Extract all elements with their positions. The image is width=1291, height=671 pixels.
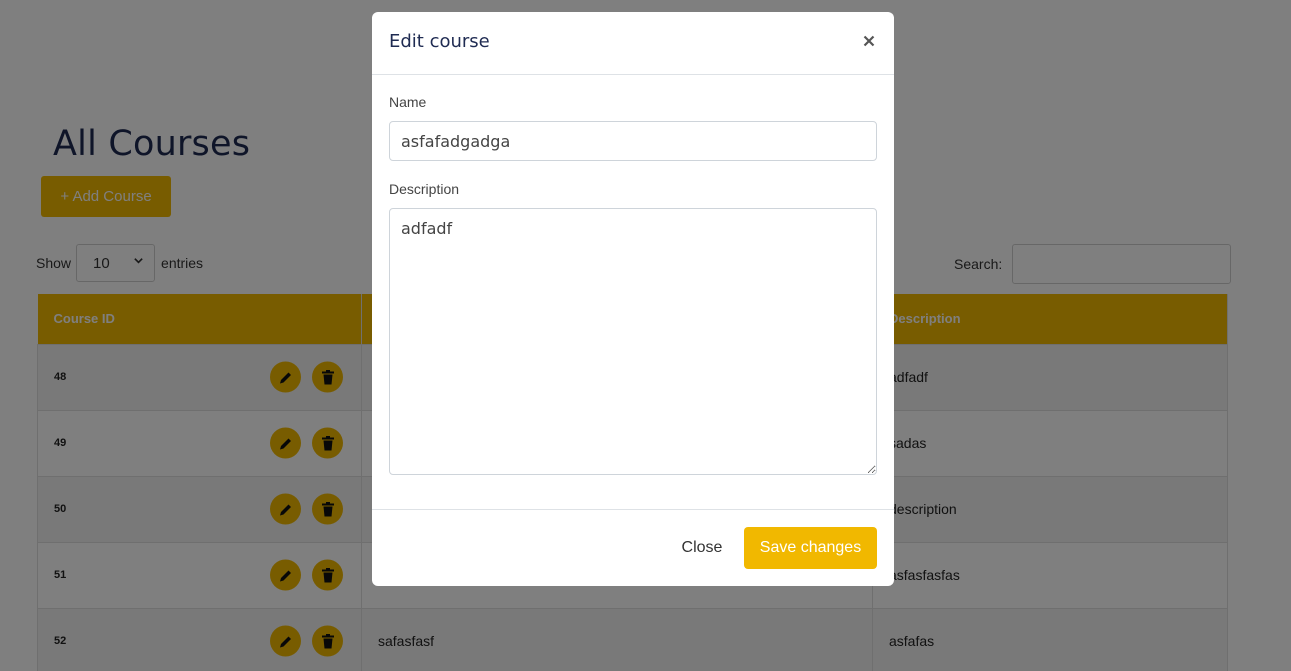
name-label: Name xyxy=(389,94,427,110)
close-icon[interactable] xyxy=(860,31,878,51)
modal-title: Edit course xyxy=(389,31,490,52)
modal-header: Edit course xyxy=(372,12,894,75)
close-button[interactable]: Close xyxy=(672,527,732,569)
save-changes-button[interactable]: Save changes xyxy=(744,527,877,569)
name-input[interactable] xyxy=(389,121,877,161)
description-textarea[interactable]: adfadf xyxy=(389,208,877,475)
edit-course-modal: Edit course Name Description adfadf Clos… xyxy=(372,12,894,586)
modal-footer: Close Save changes xyxy=(372,509,894,586)
description-label: Description xyxy=(389,181,460,197)
